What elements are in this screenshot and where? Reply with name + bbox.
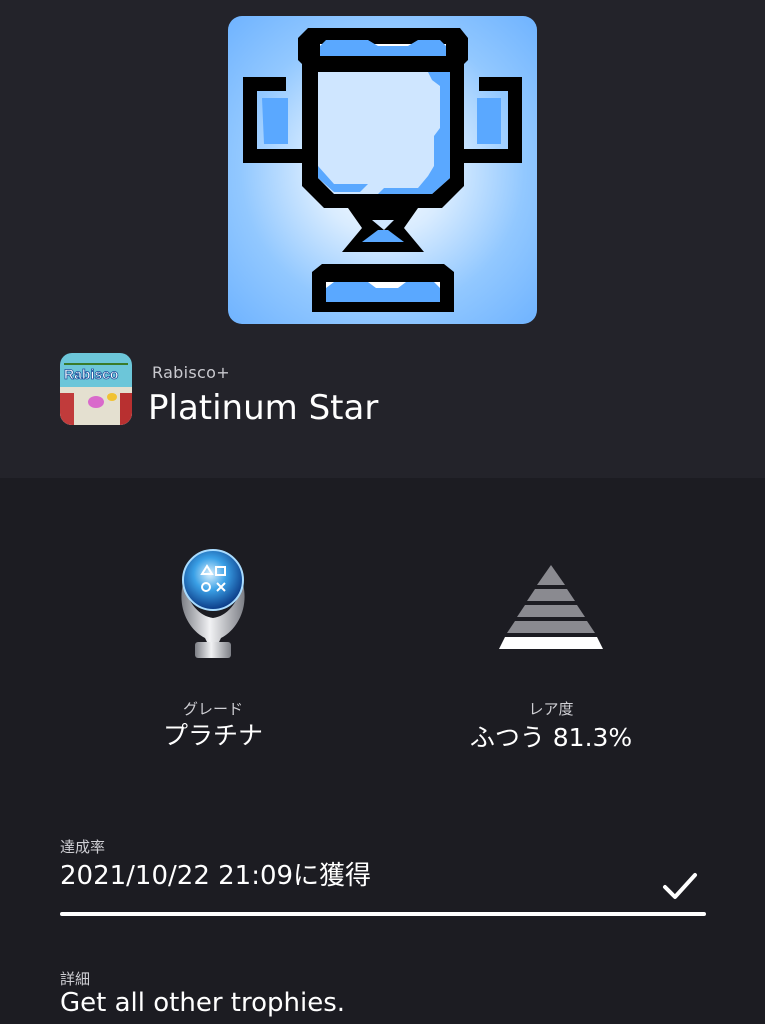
svg-text:Rabisco: Rabisco xyxy=(64,366,118,382)
game-title: Rabisco+ xyxy=(152,363,230,382)
game-icon: Rabisco xyxy=(60,353,132,425)
progress-bar-fill xyxy=(60,912,706,916)
rarity-label: レア度 xyxy=(528,700,574,718)
grade-value: プラチナ xyxy=(162,721,263,750)
progress-bar xyxy=(60,912,706,916)
earned-date: 2021/10/22 21:09に獲得 xyxy=(60,861,372,891)
pixel-trophy-icon xyxy=(243,28,522,312)
rarity-pyramid-icon xyxy=(499,565,603,649)
checkmark-icon xyxy=(662,870,698,902)
trophy-header: Rabisco Rabisco+ Platinum Star xyxy=(0,0,765,478)
details-text: Get all other trophies. xyxy=(60,988,346,1018)
progress-label: 達成率 xyxy=(60,838,106,856)
rarity-value: ふつう 81.3% xyxy=(469,723,633,752)
details-label: 詳細 xyxy=(60,970,91,988)
trophy-image xyxy=(228,16,537,324)
platinum-trophy-icon xyxy=(175,546,251,662)
trophy-name: Platinum Star xyxy=(148,388,379,428)
